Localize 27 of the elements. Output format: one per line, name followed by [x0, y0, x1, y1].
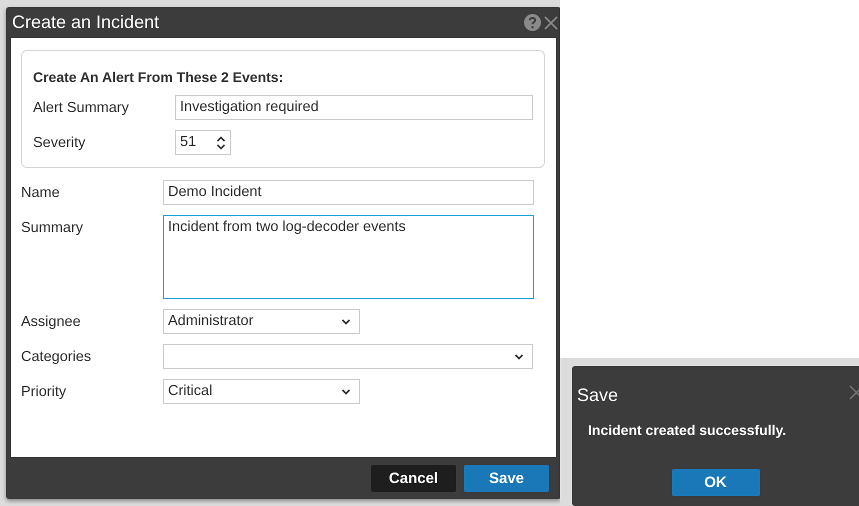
- close-icon[interactable]: [849, 384, 859, 400]
- field-label: Alert Summary: [33, 100, 130, 116]
- close-icon[interactable]: [544, 16, 558, 30]
- chevron-down-icon: [514, 352, 524, 360]
- message-text: Incident created successfully.: [587, 421, 788, 438]
- ok-button[interactable]: OK: [672, 469, 760, 496]
- dialog-title: Create an Incident: [12, 12, 160, 33]
- text-field[interactable]: Investigation required: [175, 95, 533, 120]
- field-label: Severity: [33, 134, 86, 150]
- help-icon[interactable]: [524, 14, 541, 31]
- save-button[interactable]: Save: [464, 464, 549, 492]
- text-field[interactable]: Demo Incident: [163, 180, 534, 205]
- field-label: Priority: [21, 384, 68, 400]
- section-heading: Create An Alert From These 2 Events:: [33, 69, 284, 85]
- dropdown[interactable]: Administrator: [163, 309, 360, 334]
- dropdown[interactable]: Critical: [163, 379, 360, 404]
- field-label: Summary: [21, 219, 84, 236]
- chevron-down-icon: [341, 318, 351, 326]
- dialog-title: Save: [577, 385, 618, 406]
- number-field[interactable]: 51: [175, 130, 231, 155]
- chevron-down-icon: [341, 388, 351, 396]
- cancel-button[interactable]: Cancel: [371, 464, 456, 492]
- text-area[interactable]: Incident from two log-decoder events: [163, 215, 534, 299]
- stepper-icon: [216, 134, 226, 150]
- field-label: Assignee: [21, 314, 82, 330]
- field-label: Categories: [21, 348, 92, 364]
- field-label: Name: [21, 184, 61, 200]
